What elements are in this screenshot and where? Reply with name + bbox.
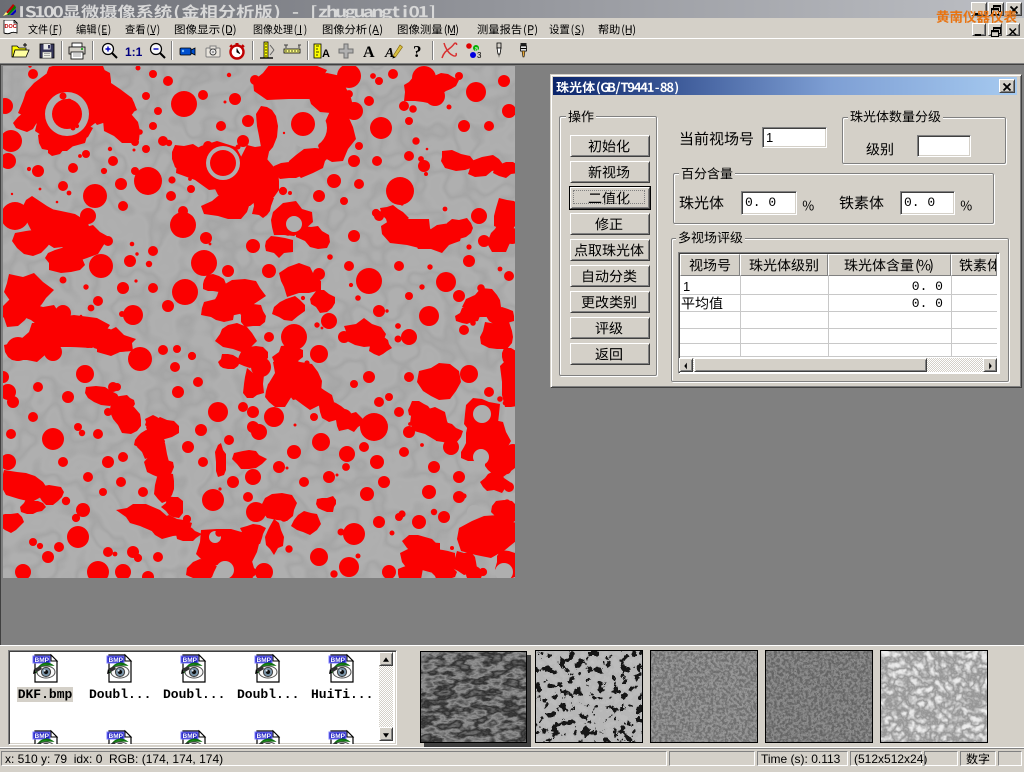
svg-text:1:1: 1:1	[125, 45, 143, 59]
svg-text:A: A	[322, 48, 330, 60]
svg-text:A: A	[363, 44, 375, 61]
svg-text:?: ?	[413, 42, 422, 61]
svg-text:A: A	[384, 46, 394, 61]
svg-text:3: 3	[477, 51, 482, 60]
svg-text:DOC: DOC	[5, 24, 17, 30]
